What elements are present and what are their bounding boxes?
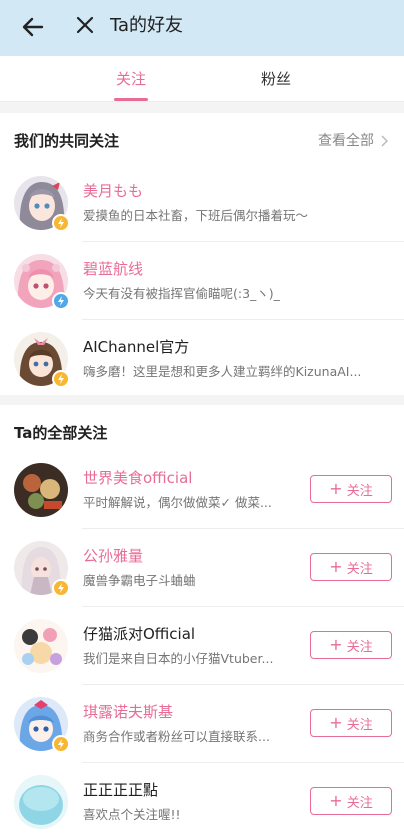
active-tab-indicator bbox=[114, 98, 148, 101]
list-item[interactable]: 碧蓝航线 今天有没有被指挥官偷瞄呢(:3_ヽ)_ bbox=[0, 242, 404, 320]
top-app-bar: Ta的好友 bbox=[0, 0, 404, 56]
user-name[interactable]: 公孙雅量 bbox=[83, 546, 143, 566]
user-description: 喜欢点个关注喔!! bbox=[83, 807, 181, 822]
plus-icon: + bbox=[329, 479, 343, 498]
user-description: 商务合作或者粉丝可以直接联系... bbox=[83, 729, 270, 744]
avatar bbox=[14, 619, 68, 673]
tab-bar: 关注 粉丝 bbox=[0, 56, 404, 102]
list-item[interactable]: 公孙雅量 魔兽争霸电子斗蛐蛐 + 关注 bbox=[0, 529, 404, 607]
avatar bbox=[14, 463, 68, 517]
tab-fans[interactable]: 粉丝 bbox=[261, 69, 291, 89]
user-description: 魔兽争霸电子斗蛐蛐 bbox=[83, 573, 196, 588]
user-description: 嗨多磨！这里是想和更多人建立羁绊的KizunaAI... bbox=[83, 364, 362, 379]
close-icon[interactable] bbox=[74, 14, 96, 36]
user-description: 我们是来自日本的小仔猫Vtuber... bbox=[83, 651, 274, 666]
list-item[interactable]: 世界美食official 平时解解说，偶尔做做菜✓ 做菜... + 关注 bbox=[0, 451, 404, 529]
user-name[interactable]: 仔猫派对Official bbox=[83, 624, 195, 644]
follow-button[interactable]: + 关注 bbox=[310, 553, 392, 581]
follow-button-label: 关注 bbox=[346, 639, 373, 655]
view-all-label: 查看全部 bbox=[318, 133, 374, 149]
follow-button[interactable]: + 关注 bbox=[310, 475, 392, 503]
chevron-right-icon bbox=[381, 135, 388, 147]
follow-button-label: 关注 bbox=[346, 795, 373, 811]
user-name[interactable]: 碧蓝航线 bbox=[83, 259, 143, 279]
lightning-badge-icon bbox=[52, 370, 70, 388]
mutual-follows-section: 我们的共同关注 查看全部 美月もも 爱摸鱼的日本社畜，下班后偶尔播着玩～ 碧蓝航… bbox=[0, 113, 404, 395]
user-description: 平时解解说，偶尔做做菜✓ 做菜... bbox=[83, 495, 272, 510]
all-follows-section: Ta的全部关注 世界美食official 平时解解说，偶尔做做菜✓ 做菜... … bbox=[0, 405, 404, 839]
user-name[interactable]: 琪露诺夫斯基 bbox=[83, 702, 173, 722]
list-item[interactable]: 仔猫派对Official 我们是来自日本的小仔猫Vtuber... + 关注 bbox=[0, 607, 404, 685]
user-name[interactable]: 世界美食official bbox=[83, 468, 192, 488]
follow-button[interactable]: + 关注 bbox=[310, 709, 392, 737]
plus-icon: + bbox=[329, 713, 343, 732]
list-item[interactable]: 美月もも 爱摸鱼的日本社畜，下班后偶尔播着玩～ bbox=[0, 164, 404, 242]
lightning-badge-icon bbox=[52, 735, 70, 753]
user-description: 今天有没有被指挥官偷瞄呢(:3_ヽ)_ bbox=[83, 286, 280, 301]
view-all-link[interactable]: 查看全部 bbox=[318, 131, 388, 151]
user-description: 爱摸鱼的日本社畜，下班后偶尔播着玩～ bbox=[83, 208, 309, 223]
tab-following[interactable]: 关注 bbox=[116, 69, 146, 89]
user-name[interactable]: 美月もも bbox=[83, 181, 143, 201]
avatar bbox=[14, 775, 68, 829]
lightning-badge-icon bbox=[52, 292, 70, 310]
list-item[interactable]: AIChannel官方 嗨多磨！这里是想和更多人建立羁绊的KizunaAI... bbox=[0, 320, 404, 398]
list-item[interactable]: 琪露诺夫斯基 商务合作或者粉丝可以直接联系... + 关注 bbox=[0, 685, 404, 763]
arrow-left-icon[interactable] bbox=[20, 14, 46, 40]
plus-icon: + bbox=[329, 635, 343, 654]
page-title: Ta的好友 bbox=[110, 15, 184, 36]
plus-icon: + bbox=[329, 557, 343, 576]
follow-button[interactable]: + 关注 bbox=[310, 787, 392, 815]
user-name[interactable]: AIChannel官方 bbox=[83, 337, 189, 357]
follow-button-label: 关注 bbox=[346, 483, 373, 499]
lightning-badge-icon bbox=[52, 214, 70, 232]
mutual-section-title: 我们的共同关注 bbox=[14, 132, 120, 150]
plus-icon: + bbox=[329, 791, 343, 810]
lightning-badge-icon bbox=[52, 579, 70, 597]
follow-button-label: 关注 bbox=[346, 717, 373, 733]
follow-button-label: 关注 bbox=[346, 561, 373, 577]
user-name[interactable]: 正正正正點 bbox=[83, 780, 158, 800]
list-item[interactable]: 正正正正點 喜欢点个关注喔!! + 关注 bbox=[0, 763, 404, 839]
follow-button[interactable]: + 关注 bbox=[310, 631, 392, 659]
all-section-title: Ta的全部关注 bbox=[14, 424, 108, 442]
